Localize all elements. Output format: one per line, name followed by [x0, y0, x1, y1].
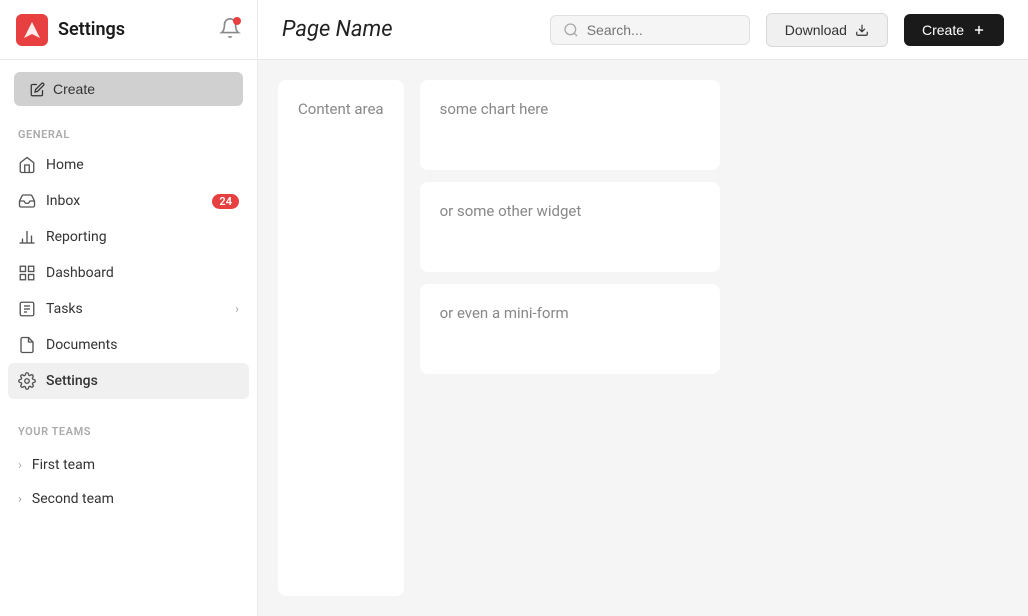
sidebar-item-dashboard-label: Dashboard — [46, 265, 114, 281]
teams-section: › First team › Second team — [0, 448, 257, 516]
right-widgets: some chart here or some other widget or … — [420, 80, 720, 596]
sidebar-item-first-team[interactable]: › First team — [8, 448, 249, 482]
mini-form-widget: or even a mini-form — [420, 284, 720, 374]
main-content-card: Content area — [278, 80, 404, 596]
plus-icon — [972, 23, 986, 37]
other-widget: or some other widget — [420, 182, 720, 272]
sidebar-item-reporting-label: Reporting — [46, 229, 107, 245]
bell-notification-dot — [233, 17, 241, 25]
mini-form-label: or even a mini-form — [440, 304, 569, 322]
main-area: Page Name Download Create — [258, 0, 1028, 616]
download-label: Download — [785, 22, 847, 38]
sidebar-item-dashboard[interactable]: Dashboard — [8, 255, 249, 291]
sidebar-item-reporting[interactable]: Reporting — [8, 219, 249, 255]
sidebar-create-label: Create — [53, 81, 95, 97]
first-team-chevron-icon: › — [18, 458, 22, 473]
create-button[interactable]: Create — [904, 14, 1004, 46]
your-teams-section-label: YOUR TEAMS — [0, 415, 257, 444]
sidebar-header: Settings — [0, 0, 257, 60]
create-label: Create — [922, 22, 964, 38]
sidebar-item-documents[interactable]: Documents — [8, 327, 249, 363]
inbox-icon — [18, 192, 36, 210]
dashboard-icon — [18, 264, 36, 282]
tasks-chevron-icon: › — [235, 302, 239, 317]
page-title: Page Name — [282, 17, 534, 42]
sidebar-item-settings[interactable]: Settings — [8, 363, 249, 399]
pencil-icon — [30, 82, 45, 97]
sidebar-item-inbox-label: Inbox — [46, 193, 80, 209]
download-button[interactable]: Download — [766, 13, 888, 47]
second-team-label: Second team — [32, 491, 114, 507]
sidebar-item-tasks-label: Tasks — [46, 301, 83, 317]
second-team-chevron-icon: › — [18, 492, 22, 507]
sidebar: Settings Create GENERAL Home — [0, 0, 258, 616]
sidebar-create-button[interactable]: Create — [14, 72, 243, 106]
sidebar-item-inbox[interactable]: Inbox 24 — [8, 183, 249, 219]
settings-icon — [18, 372, 36, 390]
logo-icon — [16, 14, 48, 46]
search-bar — [550, 15, 750, 45]
download-icon — [855, 23, 869, 37]
search-input[interactable] — [587, 22, 717, 38]
general-section-label: GENERAL — [0, 118, 257, 147]
sidebar-item-home[interactable]: Home — [8, 147, 249, 183]
bell-icon[interactable] — [219, 17, 241, 43]
sidebar-title: Settings — [58, 19, 125, 40]
home-icon — [18, 156, 36, 174]
content-area: Content area some chart here or some oth… — [258, 60, 1028, 616]
first-team-label: First team — [32, 457, 95, 473]
sidebar-item-second-team[interactable]: › Second team — [8, 482, 249, 516]
sidebar-item-home-label: Home — [46, 157, 84, 173]
chart-widget: some chart here — [420, 80, 720, 170]
content-area-label: Content area — [298, 100, 384, 118]
sidebar-nav: Home Inbox 24 Reporting — [0, 147, 257, 399]
tasks-icon — [18, 300, 36, 318]
chart-label: some chart here — [440, 100, 549, 118]
sidebar-item-documents-label: Documents — [46, 337, 117, 353]
inbox-badge: 24 — [212, 194, 239, 209]
reporting-icon — [18, 228, 36, 246]
sidebar-item-tasks[interactable]: Tasks › — [8, 291, 249, 327]
documents-icon — [18, 336, 36, 354]
search-icon — [563, 22, 579, 38]
topbar: Page Name Download Create — [258, 0, 1028, 60]
other-widget-label: or some other widget — [440, 202, 582, 220]
sidebar-item-settings-label: Settings — [46, 373, 98, 389]
